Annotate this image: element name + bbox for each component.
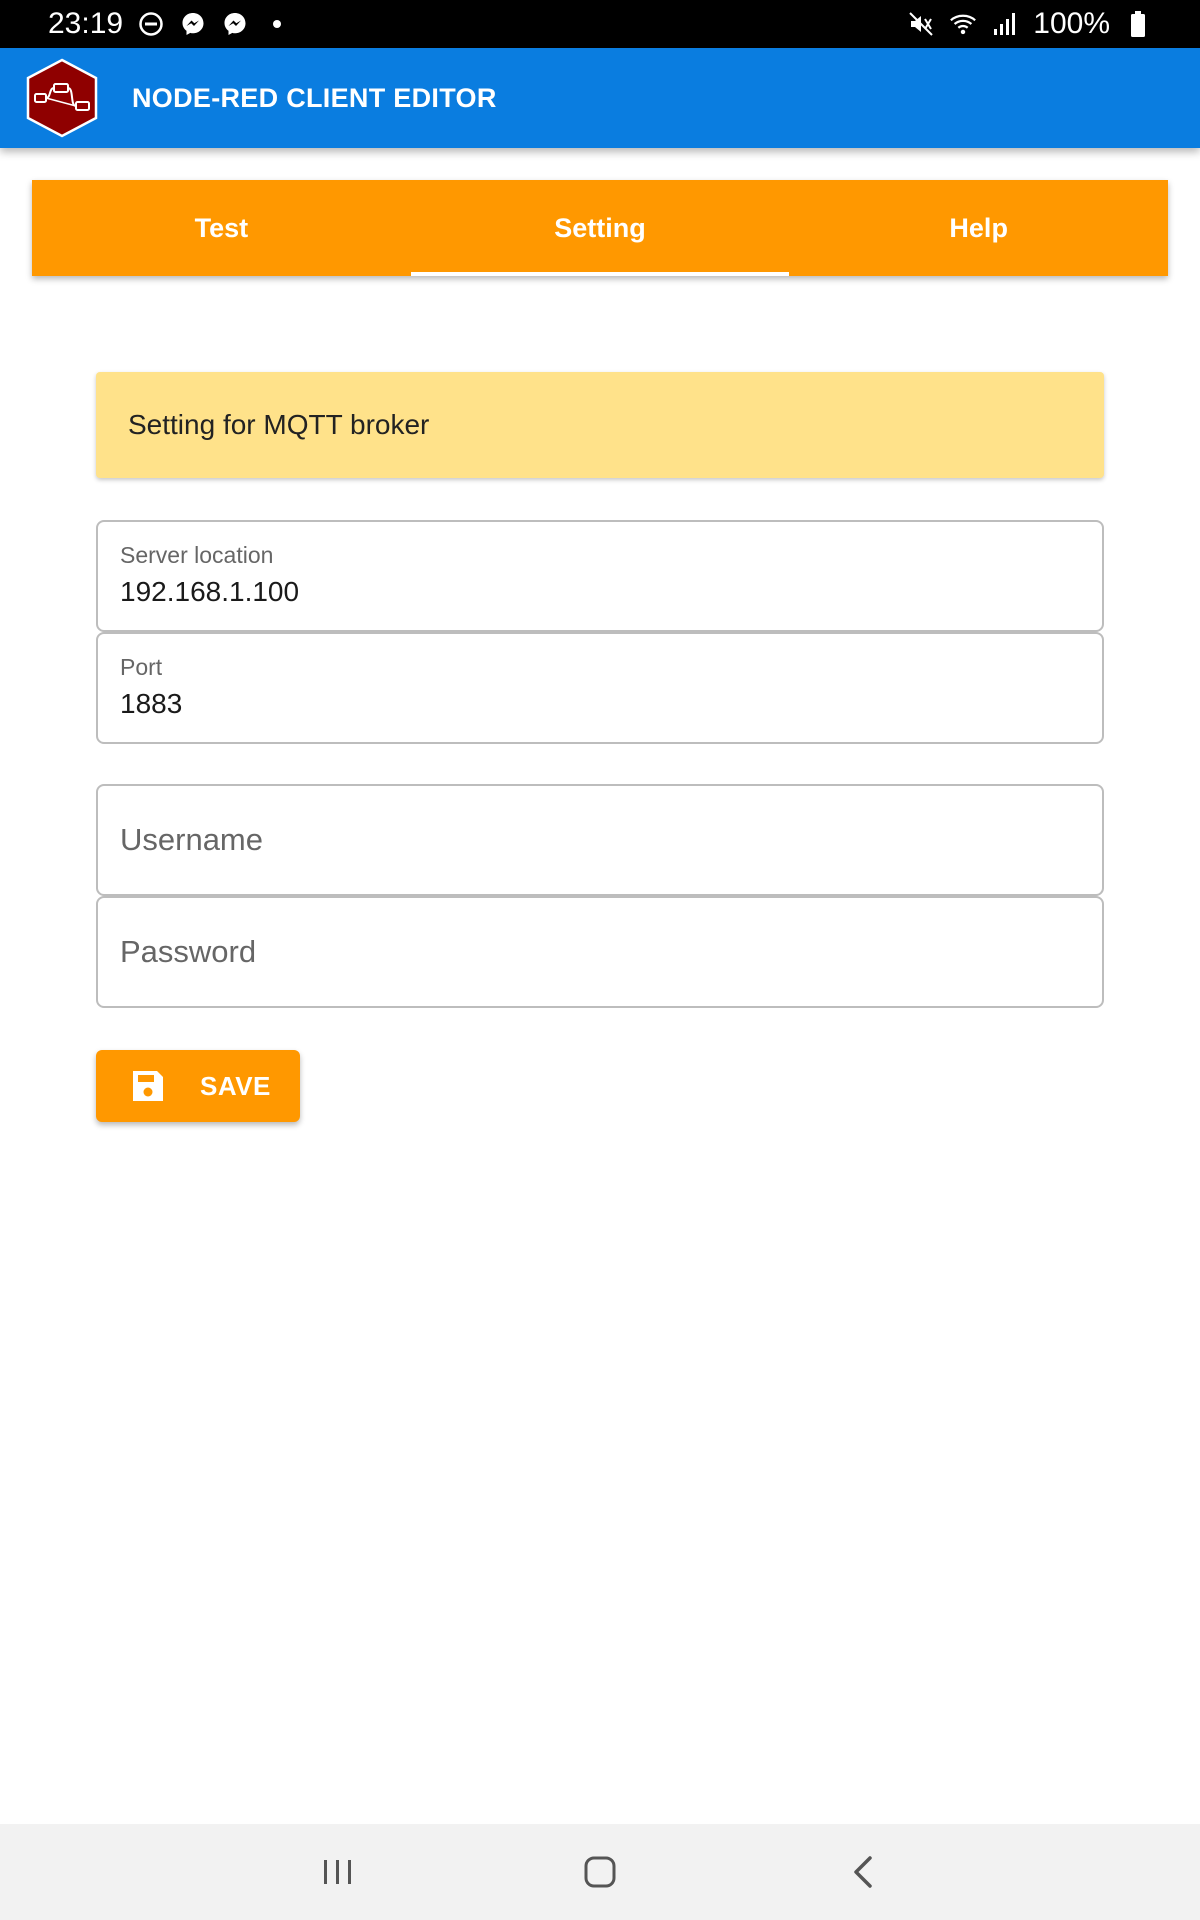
do-not-disturb-icon <box>137 10 165 38</box>
app-title: NODE-RED CLIENT EDITOR <box>132 82 497 113</box>
messenger-icon <box>179 10 207 38</box>
tab-test[interactable]: Test <box>32 180 411 276</box>
dot-icon <box>263 10 291 38</box>
recent-apps-icon[interactable] <box>314 1848 362 1896</box>
banner-text: Setting for MQTT broker <box>128 409 430 440</box>
password-placeholder: Password <box>120 934 257 969</box>
floppy-disk-icon <box>130 1068 166 1104</box>
messenger-icon <box>221 10 249 38</box>
battery-icon <box>1124 10 1152 38</box>
home-icon[interactable] <box>576 1848 624 1896</box>
password-field[interactable]: Password <box>96 896 1104 1008</box>
status-bar-left: 23:19 <box>48 7 291 41</box>
port-field[interactable]: Port 1883 <box>96 632 1104 744</box>
back-icon[interactable] <box>840 1848 888 1896</box>
server-location-field[interactable]: Server location 192.168.1.100 <box>96 520 1104 632</box>
save-button-label: SAVE <box>200 1070 271 1101</box>
app-bar: NODE-RED CLIENT EDITOR <box>0 48 1200 148</box>
info-banner: Setting for MQTT broker <box>96 372 1104 478</box>
server-location-label: Server location <box>120 542 274 568</box>
tab-bar: Test Setting Help <box>32 180 1168 276</box>
port-label: Port <box>120 654 163 680</box>
status-bar: 23:19 100% <box>0 0 1200 48</box>
tab-label: Test <box>194 212 249 243</box>
wifi-icon <box>949 10 977 38</box>
mute-icon <box>907 10 935 38</box>
signal-icon <box>991 10 1019 38</box>
tab-setting[interactable]: Setting <box>410 180 790 276</box>
status-time: 23:19 <box>48 7 124 40</box>
tab-help[interactable]: Help <box>789 180 1168 276</box>
status-bar-right: 100% <box>907 7 1152 41</box>
username-placeholder: Username <box>120 822 263 857</box>
port-value[interactable]: 1883 <box>120 688 1080 720</box>
server-location-value[interactable]: 192.168.1.100 <box>120 576 1080 608</box>
battery-percent: 100% <box>1033 7 1110 40</box>
tab-label: Help <box>949 212 1008 243</box>
save-button[interactable]: SAVE <box>96 1050 300 1122</box>
node-red-logo-icon <box>24 58 100 138</box>
system-nav-bar <box>0 1824 1200 1920</box>
tab-label: Setting <box>554 212 646 243</box>
active-tab-indicator <box>410 272 790 276</box>
username-field[interactable]: Username <box>96 784 1104 896</box>
